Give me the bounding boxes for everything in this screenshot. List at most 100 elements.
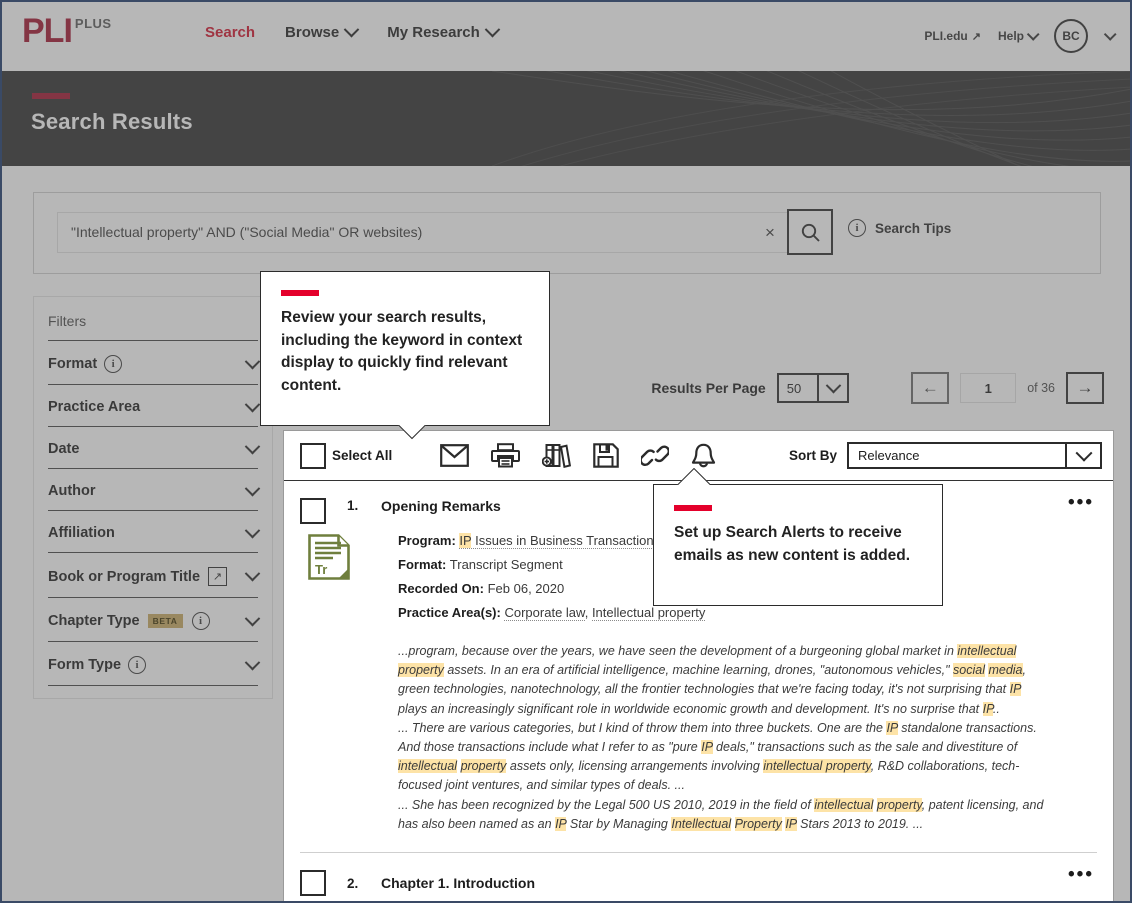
search-icon	[801, 223, 820, 242]
filter-label: Affiliation	[48, 525, 115, 541]
result-title-link[interactable]: Opening Remarks	[381, 498, 501, 514]
keyword-in-context-snippet: ...program, because over the years, we h…	[398, 642, 1048, 834]
search-submit-button[interactable]	[787, 209, 833, 255]
tooltip-pointer-up-icon	[676, 468, 710, 485]
filter-book-or-program-title[interactable]: Book or Program Title ↗	[48, 553, 261, 598]
result-title-link[interactable]: Chapter 1. Introduction	[381, 875, 535, 891]
meta-value-link[interactable]: Corporate law	[504, 605, 585, 621]
nav-item-pli-edu[interactable]: PLI.edu ↗	[924, 29, 981, 43]
search-results-page: PLI PLUS Search Browse My Research PLI.e…	[0, 0, 1132, 903]
tooltip-search-alerts[interactable]: Set up Search Alerts to receive emails a…	[653, 484, 943, 606]
nav-item-browse[interactable]: Browse	[285, 21, 360, 41]
meta-value-link[interactable]: IP Issues in Business Transactions	[459, 533, 661, 549]
print-icon[interactable]	[491, 443, 521, 468]
sort-by-label: Sort By	[788, 448, 837, 463]
result-overflow-menu[interactable]: •••	[1068, 865, 1094, 884]
hero-accent-bar	[32, 93, 70, 99]
filter-form-type[interactable]: Form Type i	[48, 642, 261, 686]
snippet-paragraph: ... There are various categories, but I …	[398, 720, 1037, 793]
result-number: 2.	[347, 875, 359, 891]
external-link-icon: ↗	[971, 30, 981, 43]
select-all-checkbox[interactable]	[300, 442, 326, 469]
close-icon: ×	[765, 222, 775, 242]
results-per-page-value: 50	[786, 380, 802, 396]
link-icon[interactable]	[641, 444, 670, 468]
tooltip-review-results[interactable]: Review your search results, including th…	[260, 271, 550, 426]
page-hero-banner: Search Results	[0, 71, 1132, 166]
filter-label: Date	[48, 441, 80, 457]
filter-practice-area[interactable]: Practice Area	[48, 385, 261, 427]
filter-date[interactable]: Date	[48, 427, 261, 469]
add-to-binder-icon[interactable]	[542, 443, 572, 468]
nav-item-help[interactable]: Help	[998, 27, 1040, 43]
results-per-page-select[interactable]: 50	[776, 373, 850, 403]
select-all-label: Select All	[332, 448, 393, 463]
sort-by-select[interactable]: Relevance	[847, 442, 1102, 469]
bell-alert-icon[interactable]	[691, 443, 716, 469]
save-icon[interactable]	[593, 443, 620, 468]
filter-affiliation[interactable]: Affiliation	[48, 511, 261, 553]
avatar-initials: BC	[1062, 29, 1080, 43]
meta-value-link[interactable]: Intellectual property	[591, 605, 706, 621]
chevron-down-icon	[1065, 444, 1100, 467]
chevron-down-icon	[244, 565, 261, 582]
tooltip-text: Set up Search Alerts to receive emails a…	[674, 524, 911, 564]
email-icon[interactable]	[440, 444, 470, 467]
search-input[interactable]: "Intellectual property" AND ("Social Med…	[57, 212, 751, 253]
filter-label: Format	[48, 356, 98, 372]
filter-author[interactable]: Author	[48, 469, 261, 511]
avatar[interactable]: BC	[1054, 19, 1088, 53]
tooltip-accent-bar	[281, 290, 319, 296]
nav-item-label: My Research	[387, 24, 480, 41]
snippet-paragraph: ... She has been recognized by the Legal…	[398, 797, 1044, 831]
results-meta-row: Results Per Page 50 ← 1 of 36 →	[651, 372, 1104, 404]
filter-format[interactable]: Format i	[48, 341, 261, 385]
chevron-down-icon[interactable]	[1103, 27, 1117, 41]
pli-plus-logo[interactable]: PLI PLUS	[22, 14, 112, 48]
meta-practice-areas: Practice Area(s): Corporate law, Intelle…	[398, 605, 706, 621]
filter-label: Book or Program Title	[48, 568, 201, 585]
chevron-down-icon	[343, 21, 360, 38]
nav-item-my-research[interactable]: My Research	[387, 21, 501, 41]
meta-label: Format:	[398, 557, 447, 572]
chevron-down-icon	[819, 375, 847, 401]
filter-chapter-type[interactable]: Chapter Type BETA i	[48, 598, 261, 642]
chevron-down-icon	[244, 396, 261, 412]
filter-label: Practice Area	[48, 399, 141, 415]
nav-item-label: Browse	[285, 24, 340, 41]
snippet-paragraph: ...program, because over the years, we h…	[398, 644, 1026, 716]
info-icon[interactable]: i	[191, 612, 210, 630]
filter-label: Author	[48, 483, 96, 499]
next-page-button[interactable]: →	[1066, 372, 1104, 404]
meta-label: Practice Area(s):	[398, 605, 501, 620]
tooltip-text: Review your search results, including th…	[281, 309, 523, 394]
results-action-icons	[440, 443, 716, 469]
info-icon[interactable]: i	[128, 656, 147, 674]
result-overflow-menu[interactable]: •••	[1068, 493, 1094, 512]
table-row: 2. Chapter 1. Introduction •••	[284, 853, 1113, 897]
result-checkbox[interactable]	[300, 870, 326, 897]
previous-page-button[interactable]: ←	[911, 372, 950, 404]
search-bar-container: "Intellectual property" AND ("Social Med…	[33, 192, 1101, 274]
secondary-nav: PLI.edu ↗ Help BC	[924, 19, 1117, 53]
search-tips-button[interactable]: i Search Tips	[848, 219, 951, 237]
filters-heading: Filters	[48, 297, 258, 341]
search-input-value: "Intellectual property" AND ("Social Med…	[71, 224, 423, 240]
external-link-icon[interactable]: ↗	[208, 567, 228, 586]
transcript-document-icon: Tr	[307, 533, 353, 629]
results-per-page-label: Results Per Page	[651, 380, 766, 396]
chevron-down-icon	[244, 610, 261, 626]
logo-text-pli: PLI	[22, 12, 73, 50]
nav-item-search[interactable]: Search	[205, 24, 255, 41]
nav-item-label: Search	[205, 24, 256, 41]
total-pages-label: of 36	[1027, 381, 1055, 395]
select-all-checkbox-wrap	[300, 442, 326, 469]
chevron-down-icon	[1026, 27, 1040, 41]
chevron-down-icon	[244, 438, 261, 454]
result-checkbox[interactable]	[300, 498, 326, 524]
info-icon[interactable]: i	[104, 355, 123, 373]
meta-label: Recorded On:	[398, 581, 484, 596]
clear-search-button[interactable]: ×	[750, 212, 791, 253]
page-number-input[interactable]: 1	[960, 373, 1017, 403]
filters-sidebar: Filters Format i Practice Area Date Auth…	[33, 296, 273, 699]
